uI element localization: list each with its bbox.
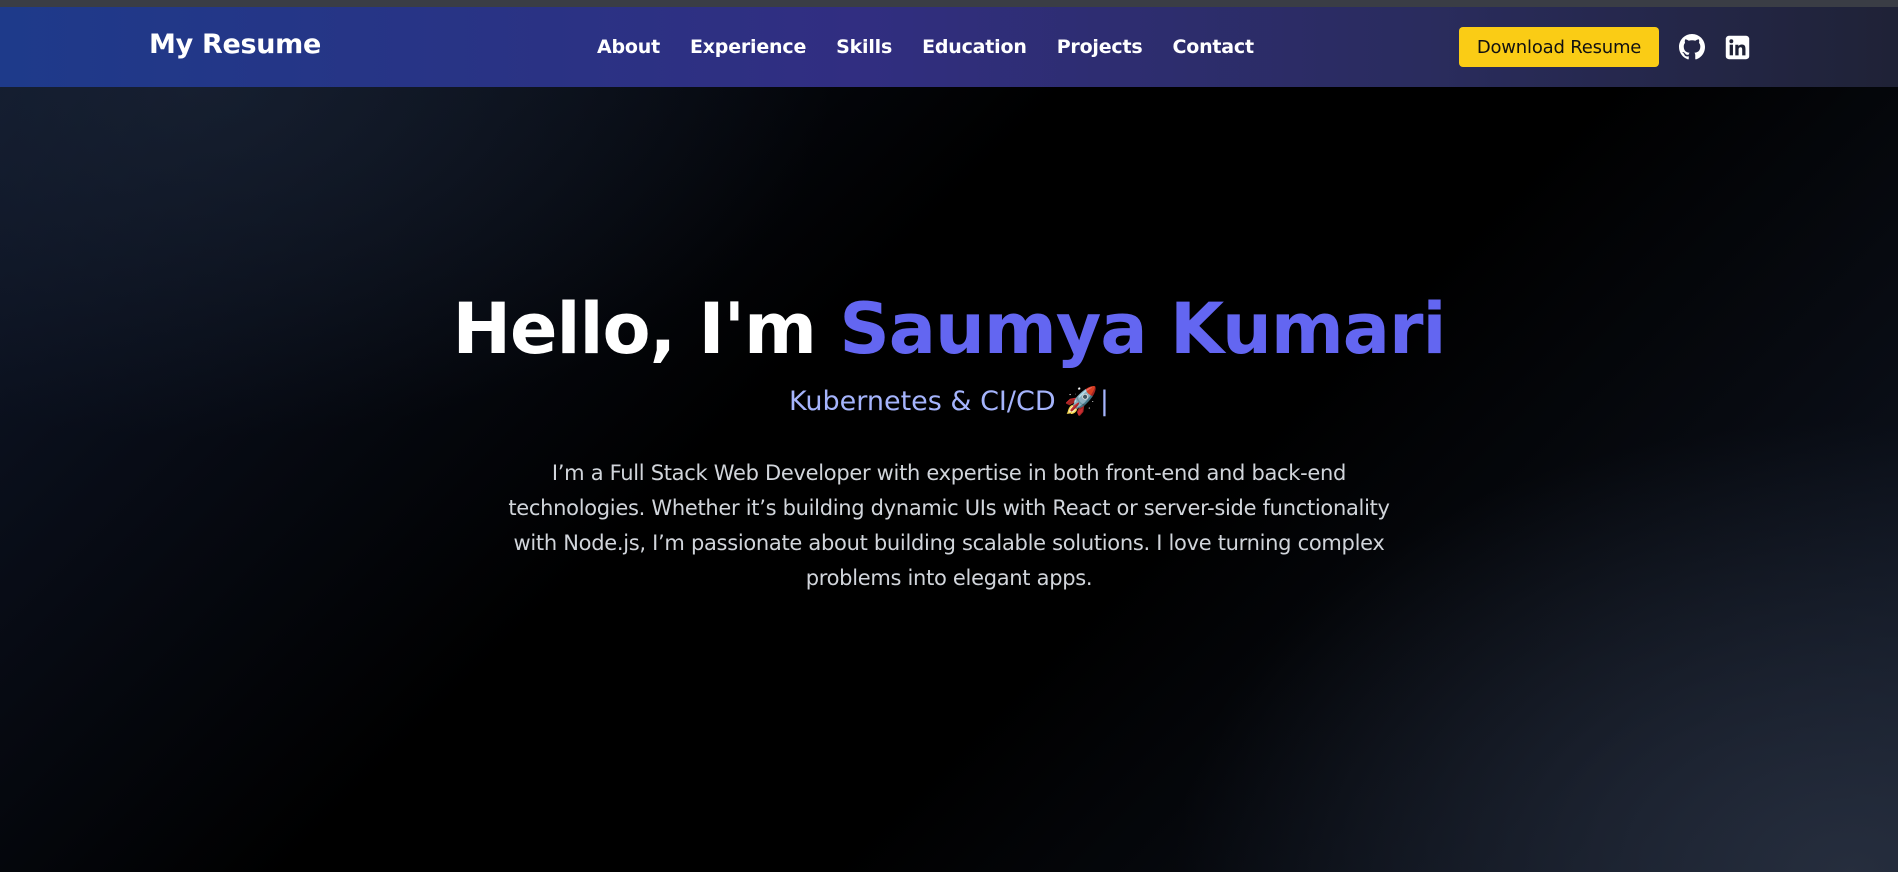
hero-section: Hello, I'm Saumya Kumari Kubernetes & CI… — [0, 87, 1898, 872]
nav-link-experience[interactable]: Experience — [690, 36, 806, 58]
hero-bio: I’m a Full Stack Web Developer with expe… — [508, 461, 1390, 590]
nav-link-education[interactable]: Education — [922, 36, 1027, 58]
brand-logo[interactable]: My Resume — [149, 29, 321, 60]
nav-link-contact[interactable]: Contact — [1173, 36, 1255, 58]
hero-headline: Hello, I'm Saumya Kumari — [0, 288, 1898, 370]
download-resume-button[interactable]: Download Resume — [1459, 27, 1659, 67]
nav-link-about[interactable]: About — [597, 36, 660, 58]
hero-greeting: Hello, I'm — [452, 288, 840, 370]
browser-top-edge — [0, 0, 1898, 7]
nav-links: About Experience Skills Education Projec… — [597, 7, 1284, 87]
hero-name: Saumya Kumari — [839, 288, 1446, 370]
nav-link-skills[interactable]: Skills — [836, 36, 892, 58]
typing-cursor: | — [1099, 386, 1109, 417]
nav-link-projects[interactable]: Projects — [1057, 36, 1143, 58]
github-icon[interactable] — [1678, 33, 1706, 61]
hero-subtitle: Kubernetes & CI/CD 🚀| — [0, 385, 1898, 417]
rocket-icon: 🚀 — [1064, 386, 1098, 417]
linkedin-icon[interactable] — [1723, 33, 1751, 61]
subtitle-text: Kubernetes & CI/CD — [789, 386, 1056, 417]
navbar: My Resume About Experience Skills Educat… — [0, 7, 1898, 87]
